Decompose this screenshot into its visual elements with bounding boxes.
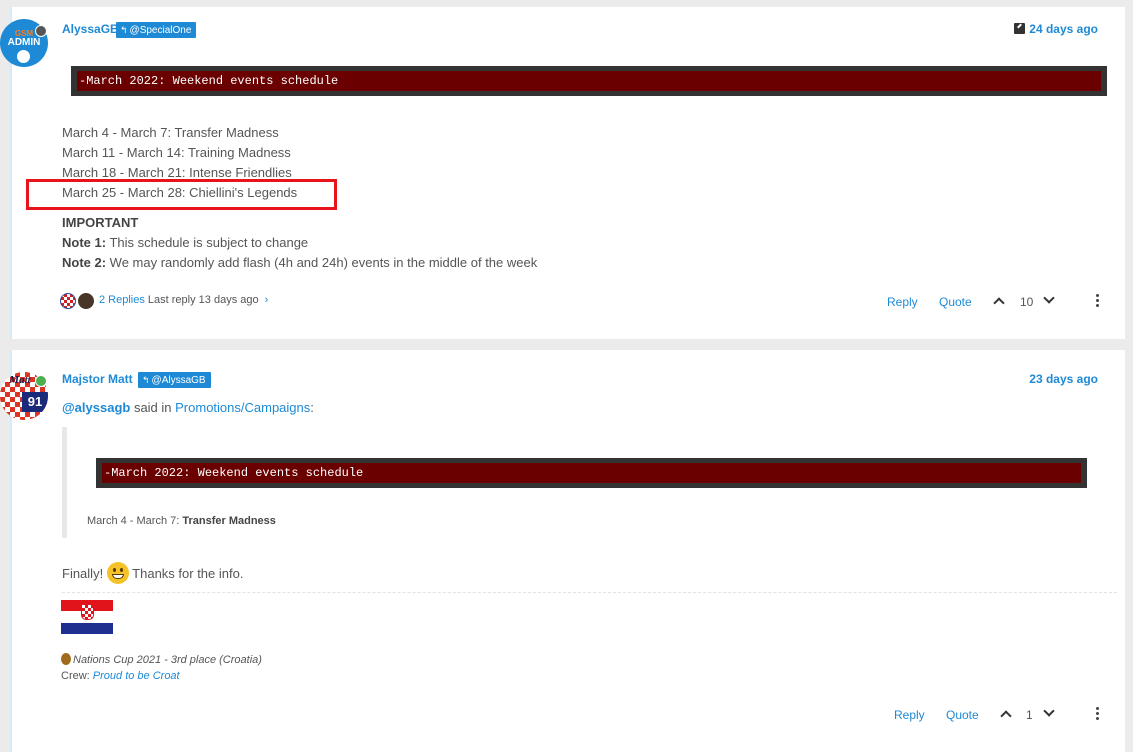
downvote-icon[interactable] — [1043, 705, 1055, 717]
signature-line-1: Nations Cup 2021 - 3rd place (Croatia) — [61, 653, 262, 666]
note-2-label: Note 2: — [62, 255, 107, 270]
quote-button[interactable]: Quote — [946, 708, 979, 722]
quoted-line: March 4 - March 7: Transfer Madness — [87, 515, 276, 527]
replier-avatar-1[interactable] — [60, 293, 76, 309]
body-after: Thanks for the info. — [128, 566, 244, 581]
schedule-line-1: March 4 - March 7: Transfer Madness — [62, 125, 279, 140]
post-majstor-matt: Matt 91 Majstor Matt ↰ @AlyssaGB 23 days … — [0, 350, 1125, 752]
post-body: Finally! Thanks for the info. — [62, 562, 243, 584]
reply-arrow-icon: ↰ — [142, 375, 150, 385]
avatar-number: 91 — [22, 392, 48, 412]
signature-crew: Crew: Proud to be Croat — [61, 670, 180, 682]
vote-count: 1 — [1026, 708, 1033, 722]
quote-attribution: @alyssagb said in Promotions/Campaigns: — [62, 400, 314, 415]
note-2-text: We may randomly add flash (4h and 24h) e… — [106, 255, 538, 270]
croatia-flag-icon — [61, 600, 113, 634]
post-time-label: 24 days ago — [1029, 22, 1098, 36]
reply-button[interactable]: Reply — [894, 708, 925, 722]
important-heading: IMPORTANT — [62, 215, 139, 230]
last-reply-text: Last reply 13 days ago — [147, 294, 259, 306]
upvote-icon[interactable] — [1000, 710, 1012, 722]
note-1-label: Note 1: — [62, 235, 107, 250]
code-block: -March 2022: Weekend events schedule — [71, 66, 1107, 96]
upvote-icon[interactable] — [993, 297, 1005, 309]
reply-arrow-icon: ↰ — [120, 25, 128, 35]
said-in-text: said in — [130, 400, 176, 415]
replies-link[interactable]: 2 Replies Last reply 13 days ago › — [99, 294, 268, 306]
post-time[interactable]: 24 days ago — [1014, 22, 1098, 36]
quoted-line-bold: Transfer Madness — [182, 515, 276, 527]
replies-count: 2 Replies — [99, 294, 145, 306]
edit-icon — [1014, 23, 1026, 34]
blockquote: -March 2022: Weekend events schedule Mar… — [62, 427, 1102, 538]
quoted-line-prefix: March 4 - March 7: — [87, 515, 183, 527]
crew-label: Crew: — [61, 670, 93, 682]
reply-button[interactable]: Reply — [887, 295, 918, 309]
downvote-icon[interactable] — [1043, 292, 1055, 304]
quoted-code-text: -March 2022: Weekend events schedule — [102, 463, 1081, 483]
chevron-right-icon: › — [264, 294, 269, 306]
schedule-line-2: March 11 - March 14: Training Madness — [62, 145, 291, 160]
more-options-icon[interactable] — [1096, 294, 1100, 309]
reply-to-label: @SpecialOne — [129, 25, 192, 36]
author-name[interactable]: AlyssaGB — [62, 22, 119, 36]
avatar-script-text: Matt — [9, 374, 31, 386]
reply-to-badge[interactable]: ↰ @SpecialOne — [116, 22, 197, 38]
status-online-icon — [35, 375, 47, 387]
reply-to-label: @AlyssaGB — [151, 375, 206, 386]
note-1-text: This schedule is subject to change — [106, 235, 309, 250]
post-time[interactable]: 23 days ago — [1029, 372, 1098, 386]
status-offline-icon — [35, 25, 47, 37]
more-options-icon[interactable] — [1096, 707, 1100, 722]
signature-line-1-text: Nations Cup 2021 - 3rd place (Croatia) — [73, 654, 262, 666]
post-alyssagb: GSM ADMIN AlyssaGB ↰ @SpecialOne 24 days … — [0, 7, 1125, 339]
replier-avatar-2[interactable] — [78, 293, 94, 309]
grin-emoji-icon — [106, 562, 129, 584]
medal-icon — [61, 653, 71, 665]
note-1: Note 1: This schedule is subject to chan… — [62, 235, 308, 250]
note-2: Note 2: We may randomly add flash (4h an… — [62, 255, 537, 270]
quoted-code-block: -March 2022: Weekend events schedule — [96, 458, 1087, 488]
reply-to-badge[interactable]: ↰ @AlyssaGB — [138, 372, 211, 388]
colon-text: : — [310, 400, 314, 415]
crew-link[interactable]: Proud to be Croat — [93, 670, 180, 682]
author-name[interactable]: Majstor Matt — [62, 372, 133, 386]
code-text: -March 2022: Weekend events schedule — [77, 71, 1101, 91]
schedule-line-3: March 18 - March 21: Intense Friendlies — [62, 165, 292, 180]
signature-divider — [62, 592, 1117, 593]
category-link[interactable]: Promotions/Campaigns — [175, 400, 310, 415]
quote-button[interactable]: Quote — [939, 295, 972, 309]
avatar-logo-icon — [17, 50, 30, 63]
vote-count: 10 — [1020, 295, 1034, 309]
highlight-box — [26, 179, 337, 210]
mention-link[interactable]: @alyssagb — [62, 400, 130, 415]
avatar-text: ADMIN — [7, 37, 41, 48]
body-before: Finally! — [62, 566, 107, 581]
